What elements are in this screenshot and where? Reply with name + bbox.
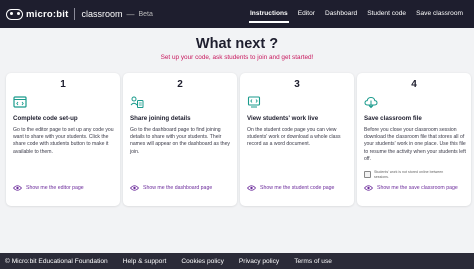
main-nav: Instructions Editor Dashboard Student co… <box>245 0 468 28</box>
step-description: Go to the editor page to set up any code… <box>13 127 114 155</box>
show-save-classroom-page-link[interactable]: Show me the save classroom page <box>364 185 458 191</box>
steps-cards: 1 Complete code set-up Go to the editor … <box>0 73 474 206</box>
cloud-save-icon <box>364 96 378 109</box>
nav-student-code[interactable]: Student code <box>362 0 411 28</box>
top-header: micro:bit classroom — Beta Instructions … <box>0 0 474 28</box>
eye-icon <box>247 185 256 191</box>
code-window-icon <box>13 96 27 108</box>
step-description: Go to the dashboard page to find joining… <box>130 127 230 155</box>
nav-instructions[interactable]: Instructions <box>245 0 293 28</box>
step-description: Before you close your classroom session … <box>364 127 466 162</box>
step-description: On the student code page you can view st… <box>247 127 341 148</box>
join-details-icon <box>130 96 144 108</box>
show-editor-page-link[interactable]: Show me the editor page <box>13 185 84 191</box>
link-label: Show me the dashboard page <box>143 185 213 191</box>
step-title: Save classroom file <box>364 115 422 122</box>
eye-icon <box>130 185 139 191</box>
nav-save-classroom[interactable]: Save classroom <box>411 0 468 28</box>
nav-dashboard[interactable]: Dashboard <box>320 0 362 28</box>
brand[interactable]: micro:bit classroom — Beta <box>0 0 153 28</box>
footer-cookies-policy[interactable]: Cookies policy <box>181 258 224 265</box>
brand-name: micro:bit <box>26 8 69 20</box>
link-label: Show me the student code page <box>260 185 335 191</box>
brand-divider <box>74 8 76 20</box>
step-number: 1 <box>60 79 66 90</box>
step-number: 2 <box>177 79 183 90</box>
footer-privacy-policy[interactable]: Privacy policy <box>239 258 279 265</box>
classroom-file-thumbnail: Students' work is not stored online betw… <box>364 170 466 179</box>
footer-terms-of-use[interactable]: Terms of use <box>294 258 332 265</box>
step-card-students-work: 3 View students' work live On the studen… <box>240 73 354 206</box>
site-footer: © Micro:bit Educational Foundation Help … <box>0 253 474 269</box>
show-student-code-page-link[interactable]: Show me the student code page <box>247 185 334 191</box>
step-card-joining-details: 2 Share joining details Go to the dashbo… <box>123 73 237 206</box>
step-number: 4 <box>411 79 417 90</box>
page-subtitle: Set up your code, ask students to join a… <box>160 54 314 61</box>
eye-icon <box>364 185 373 191</box>
beta-tag: Beta <box>138 10 153 18</box>
step-card-save-classroom: 4 Save classroom file Before you close y… <box>357 73 471 206</box>
footer-copyright: © Micro:bit Educational Foundation <box>5 257 108 265</box>
brand-dash: — <box>126 9 135 19</box>
product-name: classroom <box>81 9 123 19</box>
link-label: Show me the editor page <box>26 185 84 191</box>
step-title: Complete code set-up <box>13 115 78 122</box>
link-label: Show me the save classroom page <box>377 185 458 191</box>
step-title: View students' work live <box>247 115 319 122</box>
file-thumbnail-icon <box>364 171 371 178</box>
student-code-icon <box>247 96 261 108</box>
footer-help-support[interactable]: Help & support <box>123 258 167 265</box>
nav-editor[interactable]: Editor <box>293 0 320 28</box>
thumbnail-caption: Students' work is not stored online betw… <box>374 170 444 179</box>
show-dashboard-page-link[interactable]: Show me the dashboard page <box>130 185 212 191</box>
step-title: Share joining details <box>130 115 191 122</box>
step-card-code-setup: 1 Complete code set-up Go to the editor … <box>6 73 120 206</box>
microbit-logo-icon <box>6 8 23 20</box>
step-number: 3 <box>294 79 300 90</box>
eye-icon <box>13 185 22 191</box>
page-title: What next ? <box>195 36 279 52</box>
